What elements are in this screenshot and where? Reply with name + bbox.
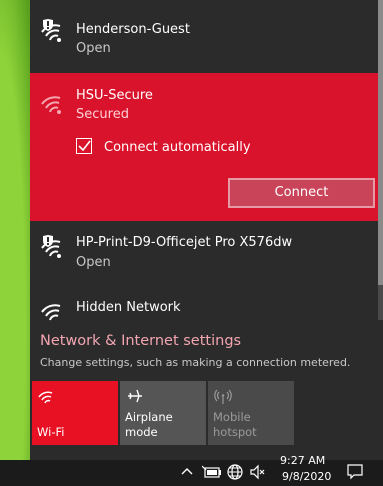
airplane-icon (128, 389, 142, 403)
checkmark-icon (78, 140, 91, 152)
network-name: Hidden Network (76, 300, 181, 315)
globe-network-icon[interactable] (226, 463, 244, 481)
wifi-icon (38, 391, 53, 404)
connect-button[interactable]: Connect (228, 178, 375, 208)
wifi-open-shield-icon (41, 235, 61, 258)
airplane-mode-tile[interactable]: Airplane mode (120, 381, 206, 445)
tile-label-line2: hotspot (213, 425, 257, 439)
network-item-henderson-guest[interactable]: Henderson-Guest Open (30, 8, 378, 68)
wifi-toggle-tile[interactable]: Wi-Fi (32, 381, 118, 445)
tile-label: Airplane mode (125, 410, 173, 439)
network-name: HP-Print-D9-Officejet Pro X576dw (76, 235, 293, 250)
network-status: Secured (76, 107, 129, 122)
action-center-icon[interactable] (346, 462, 364, 480)
connect-automatically-label[interactable]: Connect automatically (104, 140, 251, 155)
tile-label: Wi-Fi (37, 425, 65, 439)
connect-automatically-checkbox[interactable] (76, 138, 92, 154)
tile-label: Mobile hotspot (213, 410, 257, 440)
clock-time[interactable]: 9:27 AM (280, 454, 325, 467)
scrollbar-thumb[interactable] (378, 0, 383, 285)
scrollbar[interactable] (378, 0, 383, 320)
wifi-open-shield-icon (41, 19, 61, 42)
volume-muted-icon[interactable] (249, 464, 267, 480)
network-settings-link[interactable]: Network & Internet settings (40, 333, 241, 349)
desktop-wallpaper (0, 0, 30, 460)
tile-label-line1: Mobile (213, 410, 251, 424)
network-settings-description: Change settings, such as making a connec… (40, 356, 351, 369)
network-name: HSU-Secure (76, 88, 153, 103)
network-item-hidden-network[interactable]: Hidden Network (30, 292, 378, 322)
wifi-icon (41, 304, 61, 321)
clock-date[interactable]: 9/8/2020 (282, 470, 331, 483)
wifi-secured-icon (41, 96, 61, 114)
chevron-up-icon[interactable] (180, 464, 194, 480)
network-status: Open (76, 41, 111, 56)
network-name: Henderson-Guest (76, 22, 190, 37)
mobile-hotspot-tile[interactable]: Mobile hotspot (208, 381, 294, 445)
battery-icon[interactable] (202, 464, 222, 480)
network-item-hp-print[interactable]: HP-Print-D9-Officejet Pro X576dw Open (30, 228, 378, 288)
network-flyout: Henderson-Guest Open HSU-Secure Secured … (30, 0, 383, 460)
network-status: Open (76, 255, 111, 270)
hotspot-icon (214, 389, 232, 404)
